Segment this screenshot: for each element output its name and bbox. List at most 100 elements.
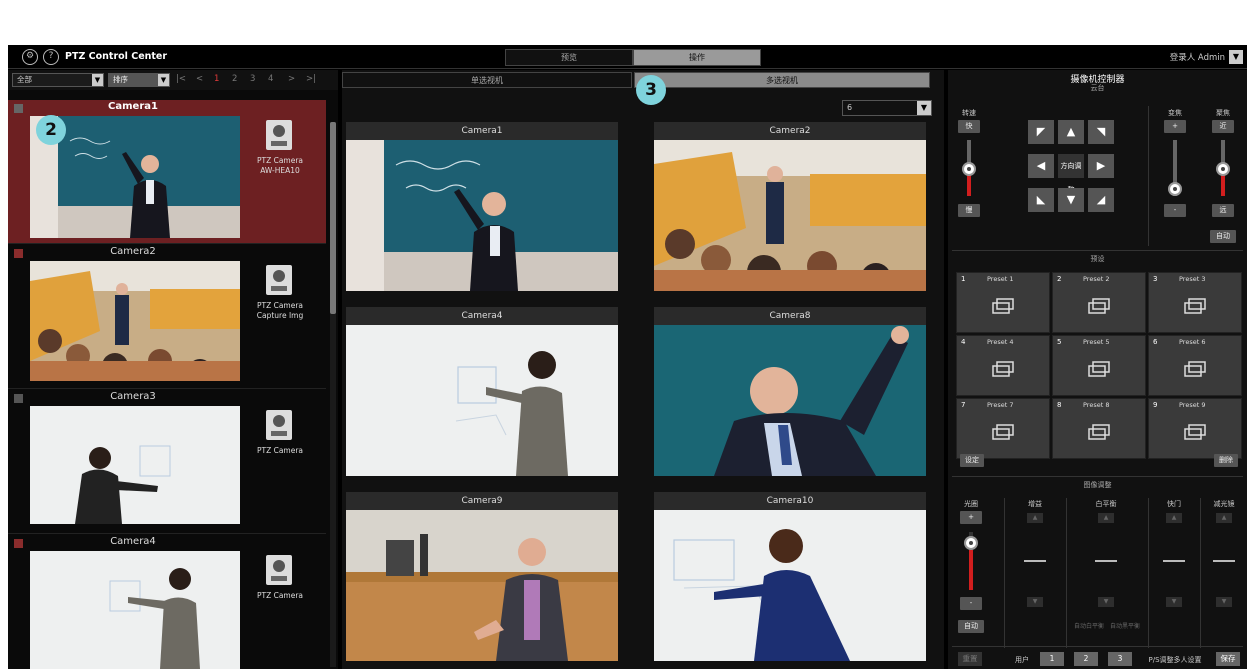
camera-thumbnail[interactable] [30, 261, 240, 381]
user-1-button[interactable]: 1 [1040, 652, 1064, 666]
zoom-out-button[interactable]: - [1164, 204, 1186, 217]
pan-left-button[interactable]: ◀ [1028, 154, 1054, 178]
camera-list-item[interactable]: Camera2 PTZ Camera Capture Img [8, 245, 326, 389]
preset-button[interactable]: 2 Preset 2 [1052, 272, 1146, 333]
chevron-down-icon[interactable]: ▼ [1229, 50, 1243, 64]
tab-operation[interactable]: 操作 [633, 49, 761, 66]
page-first-button[interactable]: |< [176, 74, 186, 84]
camera-list-item[interactable]: Camera3 PTZ Camera [8, 390, 326, 534]
slider-knob[interactable] [964, 536, 978, 550]
pan-down-right-button[interactable]: ◢ [1088, 188, 1114, 212]
callout-badge: 2 [36, 115, 66, 145]
page-last-button[interactable]: >| [306, 74, 316, 84]
user-2-button[interactable]: 2 [1074, 652, 1098, 666]
speed-fast-button[interactable]: 快 [958, 120, 980, 133]
page-2-button[interactable]: 2 [232, 74, 237, 84]
camera-tile[interactable]: Camera1 [346, 122, 618, 291]
gain-down-button[interactable]: ▼ [1027, 597, 1043, 607]
focus-far-button[interactable]: 远 [1212, 204, 1234, 217]
preset-button[interactable]: 7 Preset 7 [956, 398, 1050, 459]
page-3-button[interactable]: 3 [250, 74, 255, 84]
camera-tile[interactable]: Camera9 [346, 492, 618, 661]
pan-up-right-button[interactable]: ◥ [1088, 120, 1114, 144]
preset-button[interactable]: 5 Preset 5 [1052, 335, 1146, 396]
gain-up-button[interactable]: ▲ [1027, 513, 1043, 523]
wb-up-button[interactable]: ▲ [1098, 513, 1114, 523]
camera-tile[interactable]: Camera10 [654, 492, 926, 661]
tilt-up-button[interactable]: ▲ [1058, 120, 1084, 144]
group-filter-select[interactable]: 全部 ▼ [12, 73, 104, 87]
camera-list-scrollbar[interactable] [330, 122, 336, 667]
camera-tile[interactable]: Camera8 [654, 307, 926, 476]
reset-button[interactable]: 重置 [958, 652, 982, 666]
camera-thumbnail[interactable] [30, 406, 240, 524]
zoom-slider[interactable] [1168, 140, 1182, 196]
speed-slow-button[interactable]: 慢 [958, 204, 980, 217]
camera-preview[interactable] [346, 325, 618, 476]
pan-up-left-button[interactable]: ◤ [1028, 120, 1054, 144]
direction-center[interactable]: 方向调整 [1058, 154, 1084, 194]
user-3-button[interactable]: 3 [1108, 652, 1132, 666]
focus-slider[interactable] [1216, 140, 1230, 196]
tab-preview[interactable]: 预览 [505, 49, 633, 66]
wb-down-button[interactable]: ▼ [1098, 597, 1114, 607]
tab-multi-view[interactable]: 多选视机 [634, 72, 930, 88]
tilt-down-button[interactable]: ▼ [1058, 188, 1084, 212]
page-next-button[interactable]: > [288, 74, 295, 84]
camera-tile[interactable]: Camera4 [346, 307, 618, 476]
page-4-button[interactable]: 4 [268, 74, 273, 84]
select-checkbox[interactable] [14, 104, 23, 113]
iris-auto-button[interactable]: 自动 [958, 620, 984, 633]
pan-right-button[interactable]: ▶ [1088, 154, 1114, 178]
slider-knob[interactable] [1168, 182, 1182, 196]
camera-preview[interactable] [654, 140, 926, 291]
preset-button[interactable]: 9 Preset 9 [1148, 398, 1242, 459]
select-checkbox[interactable] [14, 394, 23, 403]
tab-single-view[interactable]: 单选视机 [342, 72, 632, 88]
preset-button[interactable]: 8 Preset 8 [1052, 398, 1146, 459]
scrollbar-thumb[interactable] [330, 122, 336, 314]
preset-number: 8 [1057, 401, 1062, 409]
speed-slider[interactable] [962, 140, 976, 196]
save-button[interactable]: 保存 [1216, 652, 1240, 666]
iris-plus-button[interactable]: + [960, 511, 982, 524]
zoom-in-button[interactable]: + [1164, 120, 1186, 133]
camera-list-item[interactable]: Camera4 PTZ Camera [8, 535, 326, 669]
nd-down-button[interactable]: ▼ [1216, 597, 1232, 607]
auto-focus-button[interactable]: 自动 [1210, 230, 1236, 243]
select-checkbox[interactable] [14, 249, 23, 258]
preset-stack-icon [992, 361, 1014, 377]
preset-button[interactable]: 3 Preset 3 [1148, 272, 1242, 333]
camera-preview[interactable] [346, 140, 618, 291]
page-prev-button[interactable]: < [196, 74, 203, 84]
help-icon[interactable]: ? [43, 49, 59, 65]
slider-knob[interactable] [1216, 162, 1230, 176]
camera-preview[interactable] [346, 510, 618, 661]
camera-tile[interactable]: Camera2 [654, 122, 926, 291]
camera-name: Camera4 [110, 536, 156, 547]
nd-up-button[interactable]: ▲ [1216, 513, 1232, 523]
pan-down-left-button[interactable]: ◣ [1028, 188, 1054, 212]
select-checkbox[interactable] [14, 539, 23, 548]
abb-button[interactable]: 自动黑平衡 [1108, 621, 1142, 630]
preset-button[interactable]: 1 Preset 1 [956, 272, 1050, 333]
iris-slider[interactable] [964, 532, 978, 590]
user-label: 登录人 Admin [1169, 53, 1225, 63]
camera-preview[interactable] [654, 510, 926, 661]
iris-minus-button[interactable]: - [960, 597, 982, 610]
sort-select[interactable]: 排序 ▼ [108, 73, 170, 87]
preset-button[interactable]: 6 Preset 6 [1148, 335, 1242, 396]
camera-preview[interactable] [654, 325, 926, 476]
slider-knob[interactable] [962, 162, 976, 176]
focus-near-button[interactable]: 近 [1212, 120, 1234, 133]
shutter-down-button[interactable]: ▼ [1166, 597, 1182, 607]
camera-thumbnail[interactable] [30, 551, 240, 669]
page-1-button[interactable]: 1 [214, 74, 219, 84]
layout-select[interactable]: 6 ▼ [842, 100, 932, 116]
awb-button[interactable]: 自动白平衡 [1072, 621, 1106, 630]
preset-delete-button[interactable]: 删除 [1214, 454, 1238, 467]
preset-set-button[interactable]: 设定 [960, 454, 984, 467]
shutter-up-button[interactable]: ▲ [1166, 513, 1182, 523]
preset-button[interactable]: 4 Preset 4 [956, 335, 1050, 396]
settings-icon[interactable]: ⚙ [22, 49, 38, 65]
